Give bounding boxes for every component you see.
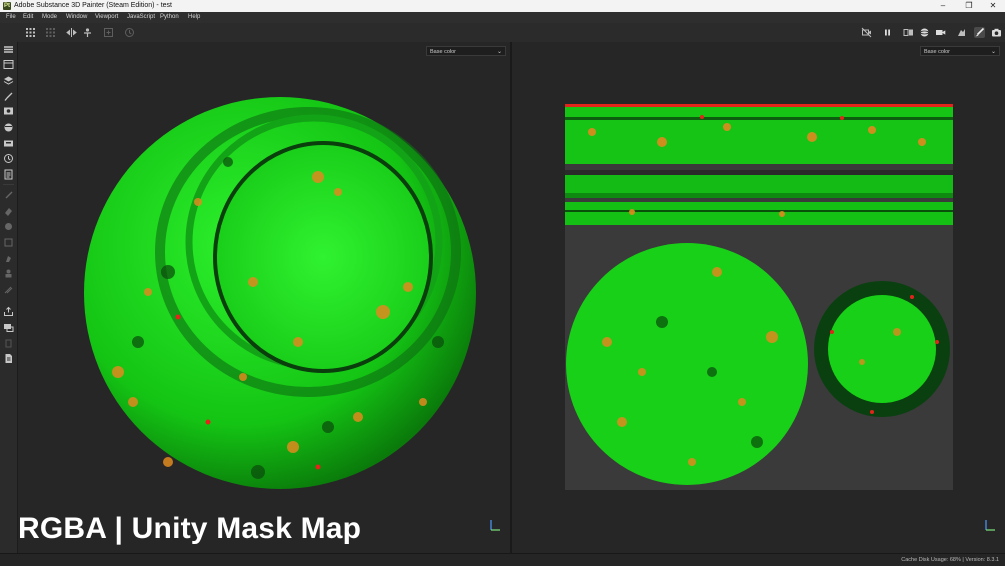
brush-settings-icon[interactable] [3,91,14,102]
viewport-2d[interactable]: Base color ⌄ [512,42,1005,553]
log-icon[interactable] [3,169,14,180]
display-icon[interactable] [3,106,14,117]
menu-javascript[interactable]: JavaScript [127,12,155,23]
axis-gizmo-icon [490,520,500,531]
paint-brush-icon[interactable] [974,27,985,38]
sphere-icon[interactable] [919,27,930,38]
cache-status: Cache Disk Usage: 68% | Version: 8.3.1 [901,557,999,563]
clone-icon[interactable] [3,268,14,279]
split-view-icon[interactable] [903,27,914,38]
add-icon[interactable] [103,27,114,38]
close-button[interactable]: ✕ [984,0,1002,12]
menu-help[interactable]: Help [188,12,200,23]
bake-icon[interactable] [3,322,14,333]
app-logo-icon: Pt [3,2,11,10]
camera-settings-icon[interactable] [3,138,14,149]
layers-icon[interactable] [3,44,14,55]
geometry-mask-icon[interactable] [3,237,14,248]
texture-set-icon[interactable] [3,59,14,70]
grid-dim-icon[interactable] [45,27,56,38]
window-title: Adobe Substance 3D Painter (Steam Editio… [14,2,172,9]
camera-icon[interactable] [935,27,946,38]
layer-stack-icon[interactable] [3,75,14,86]
grid-icon[interactable] [25,27,36,38]
uv-texture-view [565,104,953,490]
eraser-icon[interactable] [3,206,14,217]
menu-mode[interactable]: Mode [42,12,57,23]
material-sphere [84,97,476,489]
history-icon[interactable] [124,27,135,38]
axis-gizmo-2d-icon [985,520,995,531]
pause-icon[interactable] [882,27,893,38]
document-icon[interactable] [3,353,14,364]
title-bar: Pt Adobe Substance 3D Painter (Steam Edi… [0,0,1005,12]
history-panel-icon[interactable] [3,153,14,164]
overlay-caption: RGBA | Unity Mask Map [18,512,362,545]
screenshot-icon[interactable] [991,27,1002,38]
smudge-icon[interactable] [3,253,14,264]
minimize-button[interactable]: – [934,0,952,12]
maximize-button[interactable]: ❐ [960,0,978,12]
left-sidebar [0,42,18,553]
camera-off-icon[interactable] [861,27,872,38]
main-toolbar [0,23,1005,43]
viewport-3d[interactable]: Base color ⌄ [18,42,510,553]
menu-bar: File Edit Mode Window Viewport JavaScrip… [0,12,1005,23]
environment-icon[interactable] [3,122,14,133]
projection-icon[interactable] [3,221,14,232]
hand-icon[interactable] [956,27,967,38]
paint-icon[interactable] [3,190,14,201]
menu-edit[interactable]: Edit [23,12,33,23]
menu-file[interactable]: File [6,12,16,23]
fill-icon[interactable] [3,284,14,295]
menu-viewport[interactable]: Viewport [95,12,118,23]
symmetry-icon[interactable] [66,27,77,38]
axis-icon[interactable] [82,27,93,38]
sidebar-divider [3,184,14,185]
export-icon[interactable] [3,306,14,317]
bucket-icon[interactable] [3,338,14,349]
status-bar: Cache Disk Usage: 68% | Version: 8.3.1 [0,553,1005,566]
menu-window[interactable]: Window [66,12,87,23]
menu-python[interactable]: Python [160,12,179,23]
